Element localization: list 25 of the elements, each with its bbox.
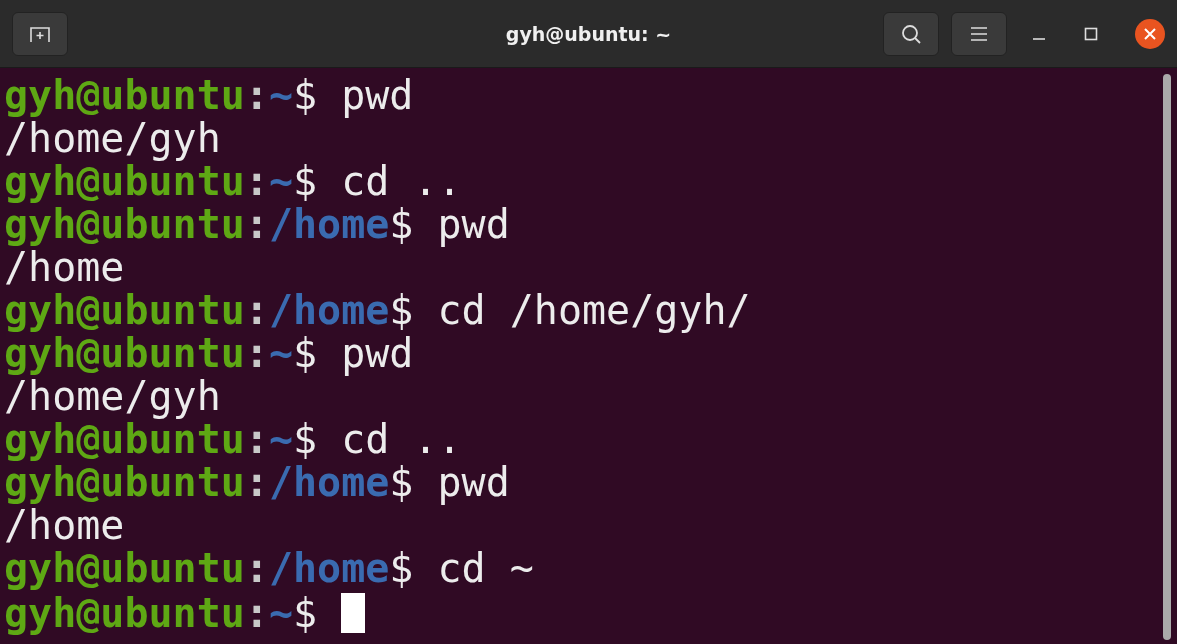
output-line: /home/gyh [4,375,221,418]
scrollbar[interactable] [1163,74,1171,640]
close-button[interactable] [1135,18,1165,49]
prompt-line: gyh@ubuntu:/home$ pwd [4,203,510,246]
minimize-icon [1032,37,1046,40]
menu-icon [969,25,989,42]
prompt-line: gyh@ubuntu:~$ [4,591,318,635]
output-line: /home [4,504,125,547]
prompt-line: gyh@ubuntu:~$ cd .. [4,160,462,203]
prompt-line: gyh@ubuntu:~$ cd .. [4,418,462,461]
close-icon [1144,27,1156,40]
menu-button[interactable] [951,11,1007,56]
prompt-line: gyh@ubuntu:/home$ pwd [4,461,510,504]
prompt-line: gyh@ubuntu:/home$ cd ~ [4,547,534,590]
prompt-line: gyh@ubuntu:~$ pwd [4,332,414,375]
new-tab-icon [29,24,51,43]
search-icon [900,22,922,45]
maximize-icon [1084,26,1098,41]
output-line: /home [4,246,125,289]
output-line: /home/gyh [4,117,221,160]
prompt-line: gyh@ubuntu:/home$ cd /home/gyh/ [4,289,751,332]
prompt-line: gyh@ubuntu:~$ pwd [4,74,414,117]
new-tab-button[interactable] [12,11,68,56]
search-button[interactable] [883,11,939,56]
window-title: gyh@ubuntu: ~ [505,22,672,45]
